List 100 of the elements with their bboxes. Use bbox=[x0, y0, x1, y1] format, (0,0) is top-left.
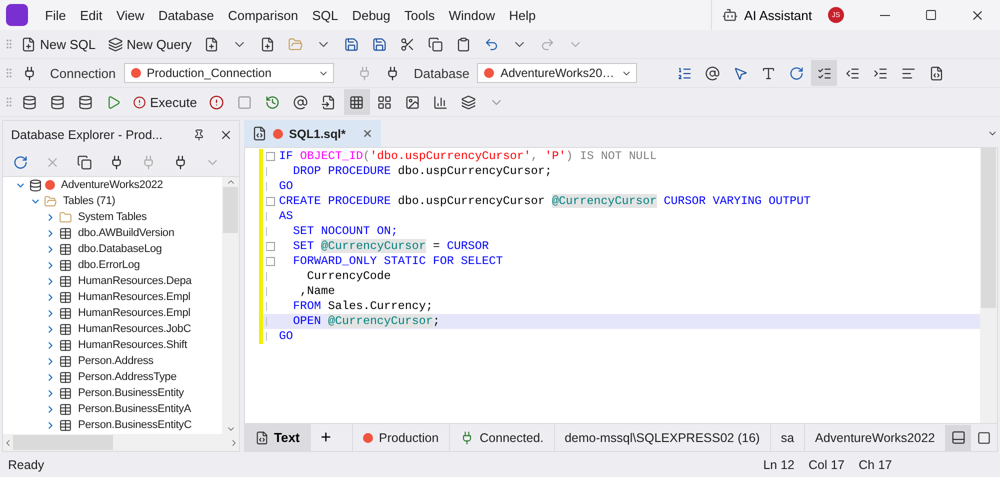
menu-item[interactable]: SQL bbox=[305, 8, 346, 22]
tree-item[interactable]: dbo.DatabaseLog bbox=[75, 243, 162, 255]
connection-label: Connection bbox=[49, 66, 117, 80]
database-value: AdventureWorks20… bbox=[500, 66, 616, 80]
output-grid-icon bbox=[349, 94, 364, 110]
select-icon bbox=[732, 66, 748, 80]
scrollbar-thumb[interactable] bbox=[981, 148, 996, 308]
info-text: sa bbox=[780, 430, 794, 444]
vertical-scrollbar[interactable] bbox=[222, 177, 239, 434]
menu-item[interactable]: File bbox=[38, 8, 73, 22]
tree-item[interactable]: AdventureWorks2022 bbox=[58, 179, 163, 191]
new-file-icon bbox=[21, 36, 36, 52]
horizontal-scrollbar[interactable] bbox=[3, 434, 239, 451]
query-parameters-icon bbox=[293, 94, 308, 110]
tree-item[interactable]: Person.AddressType bbox=[75, 371, 177, 383]
fold-toggle[interactable] bbox=[266, 197, 275, 206]
code-line: CREATE PROCEDURE dbo.uspCurrencyCursor @CurrencyCursor CURSOR VARYING OUTPUT bbox=[279, 194, 811, 209]
table-icon bbox=[59, 242, 72, 256]
menu-item[interactable]: Help bbox=[502, 8, 543, 22]
scrollbar-thumb[interactable] bbox=[223, 187, 238, 233]
column-number: Col 17 bbox=[808, 458, 845, 472]
tab-title: SQL1.sql* bbox=[289, 126, 346, 140]
text-tab[interactable]: Text bbox=[245, 424, 310, 451]
database-icon bbox=[29, 178, 42, 192]
paste-icon bbox=[456, 36, 472, 52]
fold-toggle[interactable] bbox=[266, 152, 275, 161]
new-document-icon bbox=[260, 36, 276, 52]
code-line: AS bbox=[279, 209, 293, 224]
folder-icon bbox=[59, 210, 72, 224]
tree-item[interactable]: dbo.AWBuildVersion bbox=[75, 227, 174, 239]
tree-item[interactable]: HumanResources.Empl bbox=[75, 307, 190, 319]
new-query-button[interactable]: New Query bbox=[102, 31, 197, 57]
code-line: OPEN @CurrencyCursor; bbox=[292, 314, 440, 329]
tree-item[interactable]: HumanResources.JobC bbox=[75, 323, 191, 335]
tree-item[interactable]: Tables (71) bbox=[60, 195, 116, 207]
tree-item[interactable]: Person.BusinessEntity bbox=[75, 387, 184, 399]
format-sql-button[interactable] bbox=[811, 60, 838, 86]
parameters-icon bbox=[704, 66, 720, 80]
code-line: FORWARD_ONLY STATIC FOR SELECT bbox=[292, 254, 503, 269]
robot-icon bbox=[722, 7, 738, 23]
code-line: GO bbox=[279, 179, 293, 194]
tree-item[interactable]: HumanResources.Shift bbox=[75, 339, 188, 351]
save-icon bbox=[344, 36, 360, 52]
text-icon bbox=[760, 66, 776, 80]
menu-item[interactable]: View bbox=[109, 8, 152, 22]
document-tab[interactable]: SQL1.sql* bbox=[244, 120, 381, 147]
tree-item[interactable]: System Tables bbox=[75, 211, 147, 223]
exclamation-icon bbox=[133, 96, 146, 108]
panel-title: Database Explorer - Prod... bbox=[11, 128, 164, 142]
save-all-icon bbox=[372, 36, 388, 52]
folder-icon bbox=[44, 194, 57, 208]
status-message: Ready bbox=[8, 458, 46, 472]
menu-item[interactable]: Debug bbox=[345, 8, 398, 22]
table-icon bbox=[59, 402, 72, 416]
connection-dropdown[interactable]: Production_Connection bbox=[124, 63, 334, 83]
tree-item[interactable]: dbo.ErrorLog bbox=[75, 259, 140, 271]
grip-icon bbox=[4, 38, 14, 50]
menu-item[interactable]: Database bbox=[151, 8, 221, 22]
maximize-icon bbox=[925, 9, 937, 21]
tree-item[interactable]: Person.Address bbox=[75, 355, 154, 367]
tree-item[interactable]: Person.BusinessEntityA bbox=[75, 403, 191, 415]
panel-icon bbox=[950, 430, 966, 445]
minimize-icon bbox=[880, 14, 890, 16]
tree-item[interactable]: HumanResources.Empl bbox=[75, 291, 190, 303]
refresh-database-icon bbox=[50, 94, 64, 110]
vertical-scrollbar[interactable] bbox=[980, 148, 997, 423]
table-icon bbox=[59, 338, 72, 352]
table-icon bbox=[59, 418, 72, 432]
edit-database-icon bbox=[22, 94, 36, 110]
menu-item[interactable]: Window bbox=[442, 8, 502, 22]
layout-icon bbox=[377, 94, 392, 110]
fold-toggle[interactable] bbox=[266, 242, 275, 251]
redo-icon bbox=[540, 36, 556, 52]
maximize-icon bbox=[977, 430, 991, 444]
menu-item[interactable]: Comparison bbox=[220, 8, 306, 22]
info-text: AdventureWorks2022 bbox=[815, 430, 935, 444]
menu-item[interactable]: Tools bbox=[397, 8, 442, 22]
pin-icon[interactable] bbox=[193, 128, 205, 140]
info-text: Production bbox=[378, 430, 439, 444]
menu-item[interactable]: Edit bbox=[72, 8, 110, 22]
fold-toggle[interactable] bbox=[266, 257, 275, 266]
ai-assistant-button[interactable]: AI Assistant bbox=[711, 0, 822, 30]
tree-item[interactable]: Person.BusinessEntityC bbox=[75, 419, 192, 431]
database-dropdown[interactable]: AdventureWorks20… bbox=[477, 63, 638, 83]
code-line: FROM Sales.Currency; bbox=[292, 299, 433, 314]
output-text-icon bbox=[321, 94, 336, 110]
code-line: GO bbox=[279, 329, 293, 344]
open-folder-icon bbox=[288, 36, 304, 52]
scrollbar-thumb[interactable] bbox=[13, 435, 113, 450]
output-grid-button[interactable] bbox=[344, 89, 370, 115]
tree-item[interactable]: HumanResources.Depa bbox=[75, 275, 192, 287]
history-icon bbox=[265, 94, 280, 110]
new-sql-button[interactable]: New SQL bbox=[16, 31, 101, 57]
code-line: ,Name bbox=[298, 284, 335, 299]
grip-icon bbox=[4, 96, 14, 108]
execute-button[interactable]: Execute bbox=[128, 89, 202, 115]
add-tab-button[interactable]: + bbox=[310, 424, 341, 451]
grip-icon bbox=[4, 67, 14, 79]
check-database-icon bbox=[78, 94, 92, 110]
panel-toggle-button[interactable] bbox=[945, 424, 971, 450]
